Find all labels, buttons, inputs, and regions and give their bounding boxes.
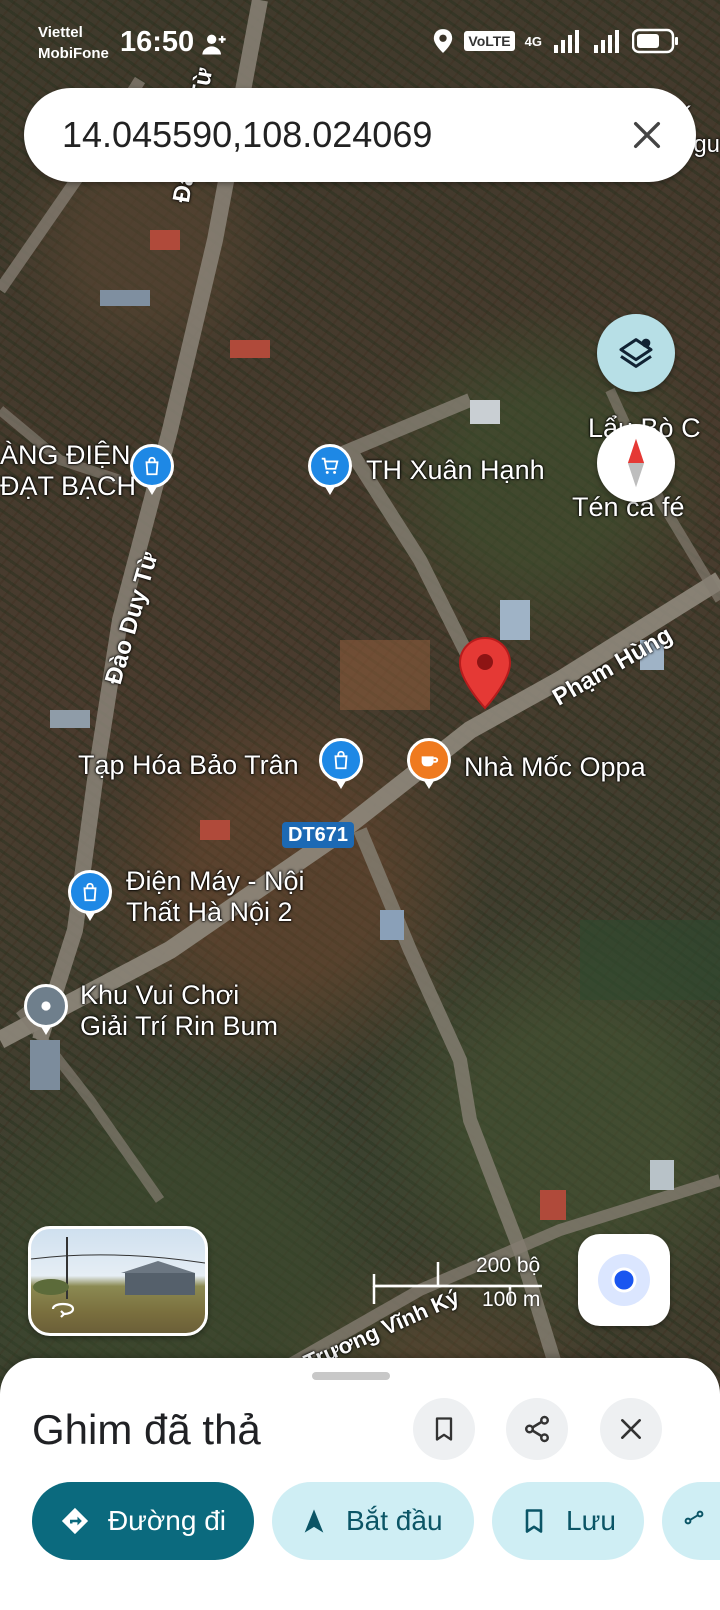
rotate-360-icon bbox=[51, 1302, 75, 1318]
directions-label: Đường đi bbox=[107, 1505, 226, 1536]
carrier-2: MobiFone bbox=[38, 45, 109, 62]
shopping-bag-icon[interactable] bbox=[130, 444, 174, 495]
place-title: Ghim đã thả bbox=[32, 1406, 261, 1453]
location-icon bbox=[434, 29, 453, 53]
compass-icon bbox=[627, 438, 645, 488]
scale-metric: 100 m bbox=[482, 1288, 541, 1311]
sheet-drag-handle[interactable] bbox=[312, 1372, 390, 1380]
share-icon bbox=[684, 1510, 704, 1525]
layers-button[interactable] bbox=[597, 314, 675, 392]
compass-button[interactable] bbox=[597, 424, 675, 502]
close-icon bbox=[621, 1419, 641, 1439]
shopping-bag-icon[interactable] bbox=[68, 870, 112, 921]
close-sheet-button[interactable] bbox=[600, 1398, 662, 1460]
share-button[interactable] bbox=[506, 1398, 568, 1460]
coffee-cup-icon[interactable] bbox=[407, 738, 451, 789]
place-pin-icon[interactable] bbox=[24, 984, 68, 1035]
carrier-1: Viettel bbox=[38, 24, 83, 41]
directions-icon bbox=[61, 1507, 89, 1535]
map-scale: 200 bộ 100 m bbox=[370, 1252, 570, 1322]
navigation-arrow-icon bbox=[304, 1509, 324, 1533]
start-label: Bắt đầu bbox=[346, 1505, 443, 1536]
directions-button[interactable]: Đường đi bbox=[32, 1482, 254, 1560]
save-label: Lưu bbox=[566, 1505, 616, 1536]
scale-imperial: 200 bộ bbox=[476, 1254, 541, 1277]
road-shield-dt671: DT671 bbox=[282, 822, 355, 848]
carrier-names: Viettel MobiFone bbox=[38, 22, 109, 64]
start-navigation-button[interactable]: Bắt đầu bbox=[272, 1482, 474, 1560]
share-chip[interactable] bbox=[662, 1482, 720, 1560]
bookmark-icon bbox=[435, 1417, 453, 1441]
volte-badge: VoLTE bbox=[464, 31, 515, 51]
street-view-thumbnail[interactable] bbox=[28, 1226, 208, 1336]
signal-icon bbox=[594, 30, 619, 53]
shopping-bag-icon[interactable] bbox=[319, 738, 363, 789]
search-input[interactable] bbox=[62, 108, 602, 162]
place-label[interactable]: Nhà Mốc Oppa bbox=[464, 752, 646, 783]
place-label[interactable]: Điện Máy - Nội Thất Hà Nội 2 bbox=[126, 866, 305, 928]
status-bar: Viettel MobiFone 16:50 VoLTE 4G bbox=[0, 0, 720, 84]
my-location-icon bbox=[598, 1254, 650, 1306]
dropped-pin-icon[interactable] bbox=[458, 636, 512, 710]
shopping-cart-icon[interactable] bbox=[308, 444, 352, 495]
my-location-button[interactable] bbox=[578, 1234, 670, 1326]
place-label[interactable]: ÀNG ĐIỆN ĐẠT BẠCH bbox=[0, 440, 136, 502]
close-icon bbox=[633, 121, 661, 149]
bookmark-icon bbox=[525, 1509, 543, 1533]
search-bar[interactable] bbox=[24, 88, 696, 182]
person-add-icon bbox=[202, 34, 226, 55]
network-type: 4G bbox=[524, 33, 542, 49]
place-bottom-sheet[interactable]: Ghim đã thả Đường đi Bắt đầu Lưu bbox=[0, 1358, 720, 1610]
signal-icon bbox=[554, 30, 579, 53]
place-label[interactable]: TH Xuân Hạnh bbox=[366, 455, 545, 486]
share-icon bbox=[525, 1415, 549, 1443]
clear-search-button[interactable] bbox=[620, 108, 674, 162]
place-label[interactable]: Tạp Hóa Bảo Trân bbox=[78, 750, 299, 781]
layers-icon bbox=[619, 338, 653, 368]
save-button[interactable]: Lưu bbox=[492, 1482, 644, 1560]
place-label[interactable]: Khu Vui Chơi Giải Trí Rin Bum bbox=[80, 980, 278, 1042]
bookmark-button[interactable] bbox=[413, 1398, 475, 1460]
clock: 16:50 bbox=[120, 26, 195, 58]
status-icons: VoLTE 4G bbox=[432, 28, 680, 54]
battery-icon bbox=[632, 28, 678, 54]
